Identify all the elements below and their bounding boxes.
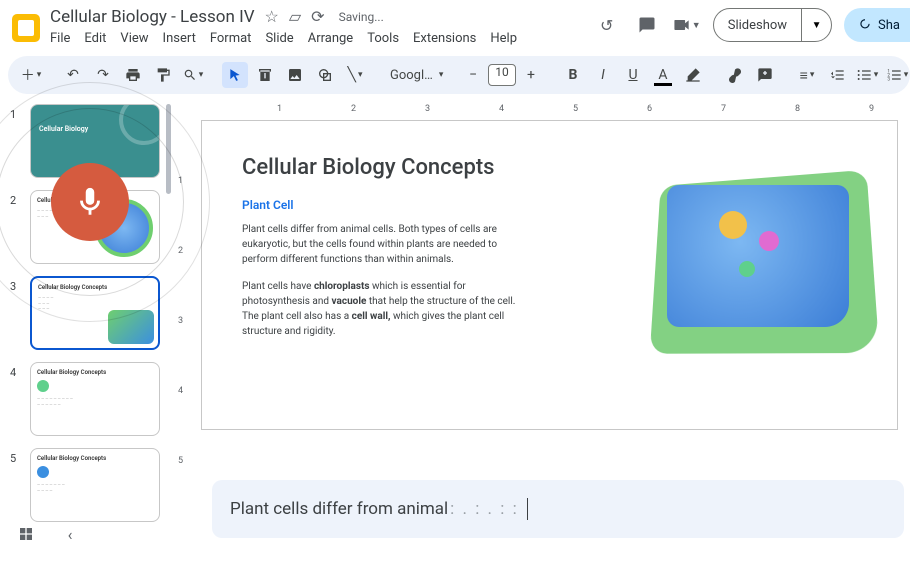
comments-icon[interactable] [633,11,661,39]
voice-mic-button[interactable] [51,163,129,241]
slideshow-caret[interactable]: ▼ [801,9,831,41]
font-size-input[interactable]: 10 [488,64,516,86]
line-tool[interactable]: ╲▾ [342,62,368,88]
bullet-list-button[interactable]: ▾ [854,62,880,88]
voice-pending-dots: : . : . : : [450,499,519,519]
slide-paragraph-2[interactable]: Plant cells have chloroplasts which is e… [242,279,522,339]
slideshow-button[interactable]: Slideshow [714,9,801,41]
menu-edit[interactable]: Edit [84,31,106,46]
more-tools-button[interactable]: ⋮ [914,62,918,88]
bold-button[interactable]: B [560,62,586,88]
doc-title[interactable]: Cellular Biology - Lesson IV [50,7,255,27]
star-icon[interactable]: ☆ [265,7,279,27]
image-tool[interactable] [282,62,308,88]
voice-typing-bar[interactable]: Plant cells differ from animal : . : . :… [212,480,904,538]
slide-paragraph-1[interactable]: Plant cells differ from animal cells. Bo… [242,222,522,267]
menu-file[interactable]: File [50,31,70,46]
plant-cell-illustration[interactable] [649,171,869,351]
slide-thumbnail-5[interactable]: Cellular Biology Concepts — — — — — — ——… [30,448,160,522]
line-spacing-button[interactable] [824,62,850,88]
menu-tools[interactable]: Tools [367,31,399,46]
history-icon[interactable]: ↺ [593,11,621,39]
thumbnails-scrollbar[interactable] [166,104,171,194]
redo-button[interactable]: ↷ [90,62,116,88]
textbox-tool[interactable] [252,62,278,88]
saving-status: Saving... [339,10,384,24]
add-comment-button[interactable] [752,62,778,88]
move-icon[interactable]: ▱ [289,7,301,27]
thumb-number: 5 [10,452,24,465]
share-button[interactable]: Sha [844,8,910,42]
highlight-button[interactable] [680,62,706,88]
size-decrease[interactable]: − [460,62,486,88]
grid-view-button[interactable] [12,520,40,548]
underline-button[interactable]: U [620,62,646,88]
toolbar: ＋▾ ↶ ↷ ▾ ╲▾ Googl…▾ − 10 + B I U A [8,56,910,94]
thumb-number: 1 [10,108,24,121]
thumb-number: 3 [10,280,24,293]
collapse-panel-button[interactable]: ‹ [56,520,84,548]
svg-text:3: 3 [887,76,890,82]
voice-transcript: Plant cells differ from animal [230,499,448,519]
align-button[interactable]: ≡▾ [794,62,820,88]
shape-tool[interactable] [312,62,338,88]
numbered-list-button[interactable]: 123▾ [884,62,910,88]
menu-slide[interactable]: Slide [265,31,293,46]
menu-arrange[interactable]: Arrange [308,31,353,46]
ruler-horizontal: 1 2 3 4 5 6 7 8 9 [191,98,918,116]
undo-button[interactable]: ↶ [60,62,86,88]
font-select[interactable]: Googl…▾ [384,68,444,83]
text-color-button[interactable]: A [650,62,676,88]
cloud-saving-icon: ⟳ [311,7,324,27]
link-button[interactable] [722,62,748,88]
thumb-number: 2 [10,194,24,207]
slide-canvas[interactable]: Cellular Biology Concepts Plant Cell Pla… [201,120,898,430]
zoom-button[interactable]: ▾ [180,62,206,88]
italic-button[interactable]: I [590,62,616,88]
menu-help[interactable]: Help [490,31,517,46]
menu-insert[interactable]: Insert [163,31,196,46]
font-name: Googl… [390,68,433,83]
size-increase[interactable]: + [518,62,544,88]
menu-view[interactable]: View [120,31,148,46]
share-label: Sha [878,18,900,33]
menu-extensions[interactable]: Extensions [413,31,476,46]
voice-cursor [527,498,528,520]
present-camera-icon[interactable]: ▼ [673,11,701,39]
thumb-number: 4 [10,366,24,379]
print-button[interactable] [120,62,146,88]
slides-logo[interactable] [8,10,44,46]
slide-thumbnail-4[interactable]: Cellular Biology Concepts — — — — — — — … [30,362,160,436]
paint-format-button[interactable] [150,62,176,88]
menu-format[interactable]: Format [210,31,252,46]
new-slide-button[interactable]: ＋▾ [18,62,44,88]
slide-thumbnail-3[interactable]: Cellular Biology Concepts — — — —— — —— … [30,276,160,350]
select-tool[interactable] [222,62,248,88]
